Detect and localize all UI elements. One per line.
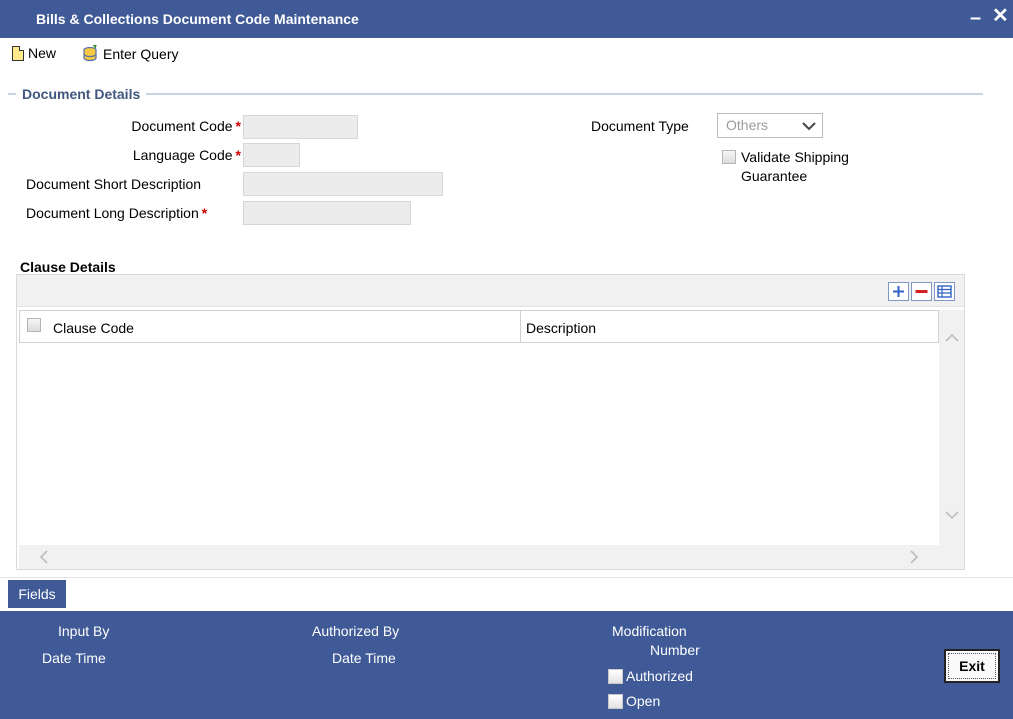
language-code-label: Language Code * bbox=[133, 147, 241, 163]
minus-icon bbox=[915, 290, 928, 293]
horizontal-scrollbar[interactable] bbox=[19, 545, 964, 569]
scroll-down-icon[interactable] bbox=[945, 508, 959, 522]
short-description-input[interactable] bbox=[243, 172, 443, 196]
document-type-value: Others bbox=[726, 117, 769, 133]
language-code-label-text: Language Code bbox=[132, 147, 233, 163]
scroll-up-icon[interactable] bbox=[945, 331, 959, 345]
document-code-label-text: Document Code bbox=[131, 118, 233, 134]
title-bar: Bills & Collections Document Code Mainte… bbox=[0, 0, 1013, 38]
select-all-checkbox[interactable] bbox=[27, 318, 41, 332]
validate-shipping-checkbox[interactable] bbox=[722, 150, 736, 164]
authorized-label: Authorized bbox=[626, 668, 693, 684]
long-description-label: Document Long Description * bbox=[26, 205, 207, 221]
document-type-label: Document Type bbox=[591, 118, 689, 134]
single-view-button[interactable] bbox=[934, 282, 955, 301]
add-row-button[interactable] bbox=[888, 282, 909, 301]
document-type-select[interactable]: Others bbox=[717, 113, 823, 138]
fields-button[interactable]: Fields bbox=[8, 580, 66, 608]
input-by-label: Input By bbox=[58, 623, 110, 639]
document-code-input[interactable] bbox=[243, 115, 358, 139]
close-icon[interactable]: ✕ bbox=[992, 6, 1009, 26]
section-divider bbox=[8, 93, 983, 95]
long-description-input[interactable] bbox=[243, 201, 411, 225]
clause-details-grid: Clause Code Description bbox=[16, 274, 965, 570]
document-details-heading: Document Details bbox=[8, 86, 983, 102]
plus-icon bbox=[893, 286, 904, 297]
long-description-label-text: Document Long Description bbox=[26, 205, 199, 221]
new-label: New bbox=[28, 45, 57, 61]
modification-label-line2: Number bbox=[650, 642, 700, 658]
scroll-left-icon[interactable] bbox=[37, 550, 51, 564]
grid-header: Clause Code Description bbox=[19, 310, 939, 343]
clause-details-title: Clause Details bbox=[20, 259, 116, 275]
required-marker: * bbox=[235, 118, 241, 134]
column-separator bbox=[520, 311, 521, 342]
list-view-icon bbox=[937, 285, 952, 298]
new-button[interactable]: New bbox=[12, 45, 56, 61]
modification-label-line1: Modification bbox=[612, 623, 687, 639]
fields-bar: Fields bbox=[0, 577, 1013, 609]
authorized-date-time-label: Date Time bbox=[332, 650, 396, 666]
exit-button[interactable]: Exit bbox=[944, 649, 1000, 683]
required-marker: * bbox=[201, 205, 208, 221]
validate-shipping-label-line1: Validate Shipping bbox=[741, 149, 849, 165]
date-time-label: Date Time bbox=[42, 650, 106, 666]
scroll-right-icon[interactable] bbox=[907, 550, 921, 564]
column-header-description[interactable]: Description bbox=[526, 320, 596, 336]
column-header-clause-code[interactable]: Clause Code bbox=[53, 320, 134, 336]
audit-footer: Input By Date Time Authorized By Date Ti… bbox=[0, 611, 1013, 719]
document-code-label: Document Code * bbox=[131, 118, 241, 134]
authorized-checkbox[interactable] bbox=[608, 669, 623, 684]
short-description-label: Document Short Description bbox=[26, 176, 202, 192]
open-checkbox[interactable] bbox=[608, 694, 623, 709]
new-document-icon bbox=[12, 45, 24, 61]
section-title: Document Details bbox=[16, 86, 147, 102]
authorized-by-label: Authorized By bbox=[312, 623, 400, 639]
toolbar: New Enter Query bbox=[0, 38, 1013, 70]
delete-row-button[interactable] bbox=[911, 282, 932, 301]
enter-query-label: Enter Query bbox=[103, 46, 179, 62]
required-marker: * bbox=[235, 147, 241, 163]
validate-shipping-label-line2: Guarantee bbox=[741, 168, 808, 184]
enter-query-icon bbox=[83, 45, 97, 62]
language-code-input[interactable] bbox=[243, 143, 300, 167]
grid-toolbar bbox=[17, 275, 964, 307]
enter-query-button[interactable]: Enter Query bbox=[81, 45, 178, 63]
window-title: Bills & Collections Document Code Mainte… bbox=[36, 11, 359, 27]
minimize-icon[interactable]: – bbox=[970, 8, 981, 28]
chevron-down-icon bbox=[802, 122, 816, 131]
vertical-scrollbar[interactable] bbox=[939, 310, 964, 545]
open-label: Open bbox=[626, 693, 661, 709]
